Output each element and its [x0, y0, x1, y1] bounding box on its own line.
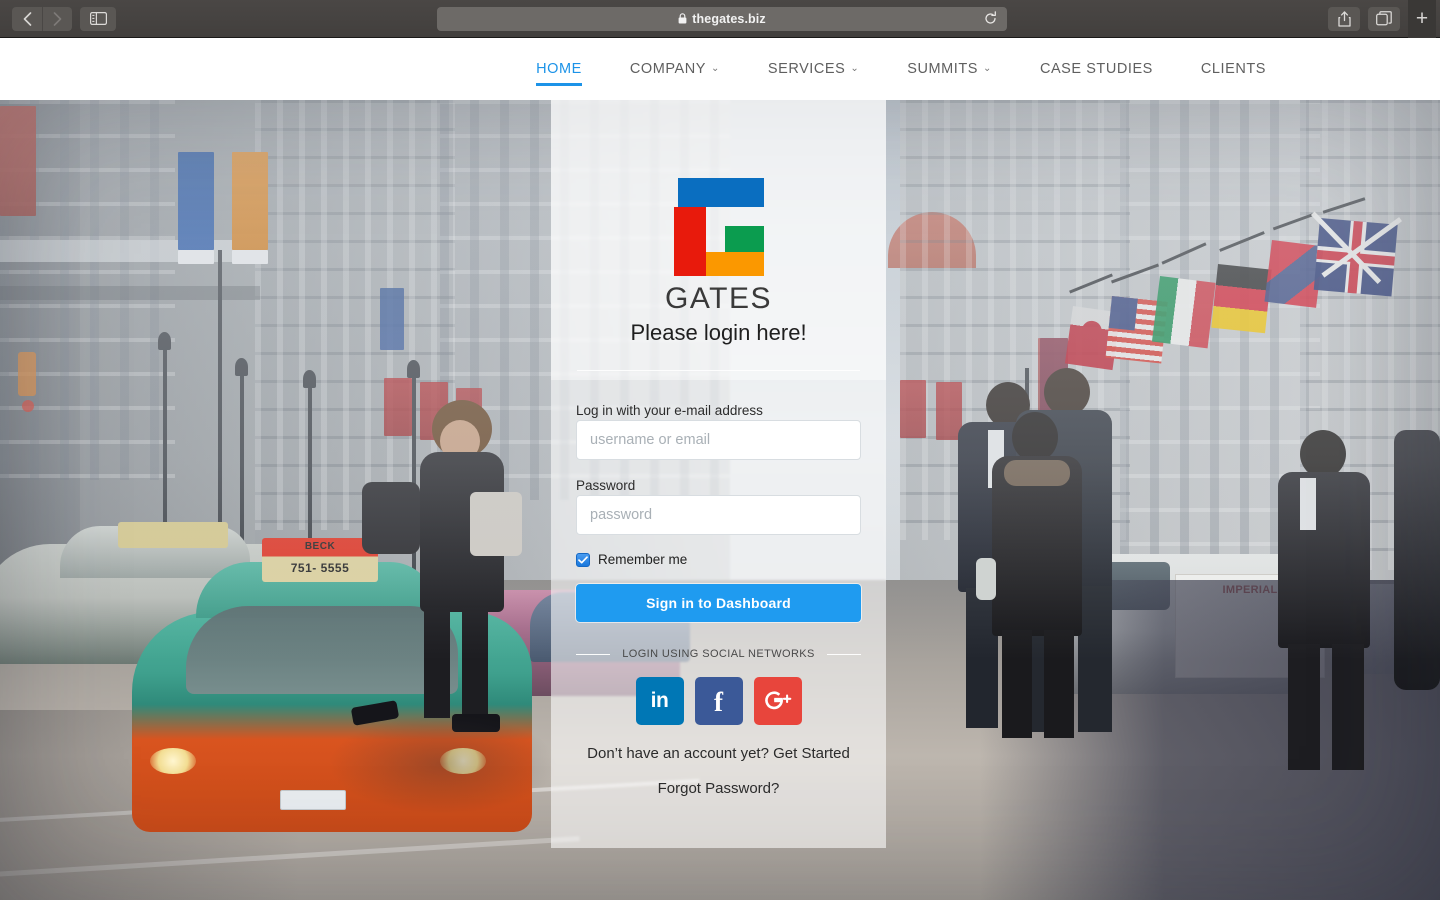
nav-item-label: CLIENTS: [1200, 61, 1266, 77]
sign-in-button[interactable]: Sign in to Dashboard: [576, 584, 861, 622]
page-viewport: BECK 751- 5555 IMPERIAL: [0, 100, 1440, 900]
navigation-buttons: [12, 6, 72, 31]
toolbar-right-group: +: [1328, 0, 1440, 38]
reload-button[interactable]: [983, 10, 998, 31]
site-navigation-bar: HOME COMPANY ⌄ SERVICES ⌄ SUMMITS ⌄ CASE…: [0, 38, 1440, 100]
forgot-password-link[interactable]: Forgot Password?: [576, 780, 861, 797]
login-form: Log in with your e-mail address Password…: [551, 380, 886, 797]
gates-logo-icon: [673, 178, 764, 276]
social-divider: LOGIN USING SOCIAL NETWORKS: [576, 648, 861, 660]
toolbar-left-group: [0, 6, 116, 31]
nav-item-label: SUMMITS: [907, 61, 978, 77]
new-tab-button[interactable]: +: [1408, 0, 1436, 38]
get-started-link[interactable]: Don’t have an account yet? Get Started: [576, 745, 861, 762]
nav-item-company[interactable]: COMPANY ⌄: [606, 49, 744, 89]
nav-item-label: SERVICES: [767, 61, 846, 77]
back-button[interactable]: [12, 6, 42, 31]
divider-line-right: [826, 653, 861, 655]
nav-items-list: HOME COMPANY ⌄ SERVICES ⌄ SUMMITS ⌄ CASE…: [512, 49, 1440, 89]
social-divider-label: LOGIN USING SOCIAL NETWORKS: [622, 648, 815, 660]
remember-me-checkbox[interactable]: [576, 552, 590, 567]
facebook-login-button[interactable]: f: [694, 677, 743, 725]
nav-item-case-studies[interactable]: CASE STUDIES: [1016, 49, 1177, 89]
address-bar-container: thegates.biz: [116, 6, 1328, 31]
sidebar-toggle-icon: [89, 12, 107, 25]
remember-me-label: Remember me: [598, 552, 688, 567]
taxi-sign-phone-text: 751- 5555: [290, 561, 350, 575]
remember-me-row[interactable]: Remember me: [576, 552, 861, 567]
nav-item-label: COMPANY: [629, 61, 706, 77]
linkedin-icon: in: [650, 689, 669, 712]
share-button[interactable]: [1328, 6, 1360, 31]
browser-toolbar: thegates.biz +: [0, 0, 1440, 38]
social-buttons-row: in f: [576, 677, 861, 725]
show-tabs-icon: [1376, 11, 1392, 26]
chevron-down-icon: ⌄: [850, 63, 860, 74]
check-icon: [578, 555, 588, 564]
nav-item-summits[interactable]: SUMMITS ⌄: [883, 49, 1016, 89]
taxi-sign-top-text: BECK: [304, 541, 336, 552]
nav-item-label: HOME: [536, 61, 582, 77]
login-card-header: GATES Please login here!: [551, 100, 886, 380]
googleplus-icon: [764, 691, 791, 710]
password-field[interactable]: [576, 495, 861, 535]
email-field[interactable]: [576, 420, 861, 460]
googleplus-login-button[interactable]: [753, 677, 802, 725]
nav-item-services[interactable]: SERVICES ⌄: [744, 49, 883, 89]
logo-container: [551, 178, 886, 276]
lock-icon: [678, 13, 687, 24]
email-field-label: Log in with your e-mail address: [576, 403, 763, 418]
photo-taxi-sign: BECK 751- 5555: [262, 538, 378, 582]
sidebar-toggle-button[interactable]: [80, 6, 116, 31]
share-icon: [1337, 10, 1351, 27]
header-divider: [577, 370, 860, 371]
nav-item-clients[interactable]: CLIENTS: [1177, 49, 1290, 89]
address-bar[interactable]: thegates.biz: [437, 6, 1007, 31]
nav-item-home[interactable]: HOME: [512, 49, 606, 89]
active-nav-underline: [536, 83, 582, 86]
login-tagline: Please login here!: [630, 320, 807, 345]
login-card: GATES Please login here! Log in with you…: [551, 100, 886, 848]
chevron-down-icon: ⌄: [983, 63, 992, 74]
login-footer-links: Don’t have an account yet? Get Started F…: [576, 745, 861, 797]
facebook-icon: f: [714, 686, 723, 717]
url-text: thegates.biz: [692, 11, 766, 26]
password-field-label: Password: [576, 478, 636, 493]
nav-item-label: CASE STUDIES: [1039, 61, 1153, 77]
forward-chevron-icon: [53, 11, 62, 26]
back-chevron-icon: [23, 11, 31, 26]
brand-name: GATES: [665, 282, 772, 315]
divider-line-left: [576, 653, 611, 655]
linkedin-login-button[interactable]: in: [635, 677, 684, 725]
show-tabs-button[interactable]: [1368, 6, 1400, 31]
chevron-down-icon: ⌄: [710, 63, 720, 74]
forward-button[interactable]: [42, 6, 72, 31]
